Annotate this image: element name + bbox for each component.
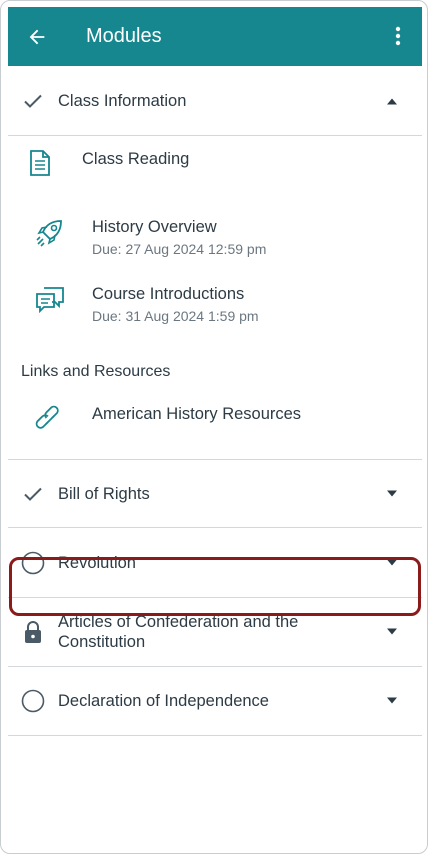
list-item-history-overview[interactable]: History Overview Due: 27 Aug 2024 12:59 … [8,206,422,275]
module-label: Class Information [58,91,187,110]
empty-circle-icon [21,551,45,574]
lock-icon [25,621,41,643]
module-bill-of-rights[interactable]: Bill of Rights [8,460,422,528]
collapse-toggle[interactable] [362,97,422,105]
discussion-icon [36,287,64,313]
expand-toggle[interactable] [362,559,422,567]
module-class-information[interactable]: Class Information [8,66,422,136]
list-item-class-reading[interactable]: Class Reading [8,136,422,206]
module-items: Class Reading History Overview Due: 27 A… [8,136,422,460]
app-frame: Modules Class Information Class Reading … [0,0,428,854]
module-declaration-of-independence[interactable]: Declaration of Independence [8,667,422,736]
caret-down-icon [387,490,397,496]
expand-toggle[interactable] [362,490,422,498]
due-date: Due: 31 Aug 2024 1:59 pm [92,308,259,324]
more-vertical-icon [395,26,401,46]
item-name: History Overview [92,218,217,236]
empty-circle-icon [21,689,45,713]
more-options-button[interactable] [386,21,410,51]
list-item-american-history-resources[interactable]: American History Resources [8,389,422,449]
modules-list: Class Information Class Reading History … [8,66,422,736]
check-icon [24,94,42,108]
app-bar: Modules [8,7,422,66]
caret-down-icon [387,559,397,565]
subheader-links-resources: Links and Resources [21,363,171,380]
expand-toggle[interactable] [362,628,422,636]
item-name: Class Reading [82,150,190,168]
link-icon [35,405,59,429]
rocket-icon [36,220,62,247]
arrow-left-icon [29,29,45,44]
item-name: American History Resources [92,405,302,423]
module-articles-of-confederation[interactable]: Articles of Confederation and the Consti… [8,598,422,667]
module-label: Revolution [58,553,136,572]
caret-up-icon [387,98,397,104]
caret-down-icon [387,628,397,635]
expand-toggle[interactable] [362,697,422,705]
list-item-course-introductions[interactable]: Course Introductions Due: 31 Aug 2024 1:… [8,275,422,347]
check-icon [24,487,42,501]
document-icon [30,150,50,176]
module-label: Declaration of Independence [58,692,269,710]
due-date: Due: 27 Aug 2024 12:59 pm [92,241,267,257]
page-title: Modules [86,25,162,47]
back-button[interactable] [8,7,66,66]
module-label: Articles of Confederation and the Consti… [58,613,299,651]
module-revolution[interactable]: Revolution [8,528,422,598]
caret-down-icon [387,697,397,704]
module-label: Bill of Rights [58,484,150,503]
item-name: Course Introductions [92,285,245,303]
